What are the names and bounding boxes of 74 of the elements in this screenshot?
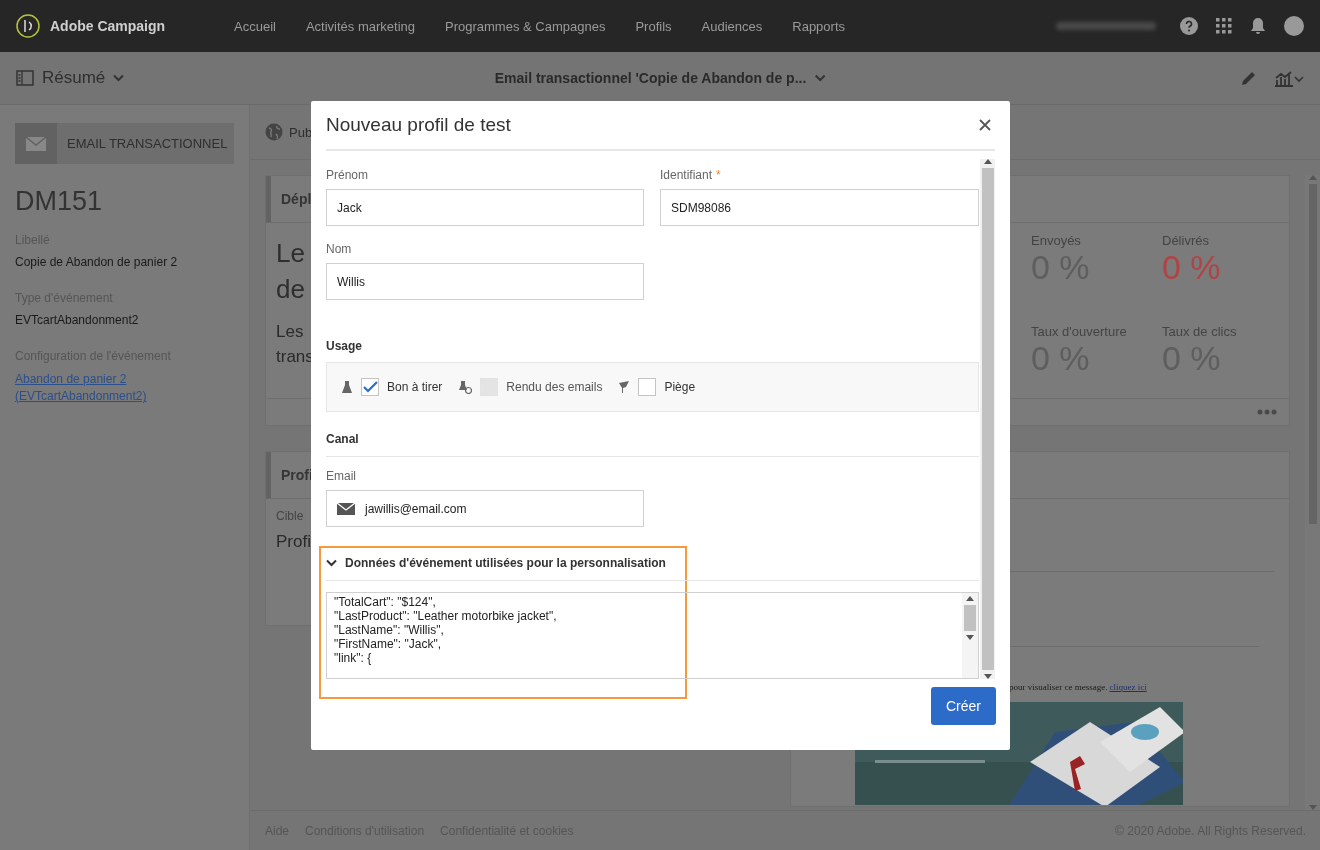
checkbox[interactable]	[361, 378, 379, 396]
more-icon	[1257, 409, 1277, 415]
close-icon	[979, 119, 991, 131]
code-line: "LastProduct": "Leather motorbike jacket",	[334, 609, 558, 623]
preview-link[interactable]: cliquez ici	[1109, 682, 1147, 692]
globe-icon	[265, 123, 283, 141]
chevron-down-icon	[814, 74, 826, 82]
scroll-up-icon[interactable]	[966, 596, 974, 601]
flask-icon	[341, 380, 353, 394]
email-field[interactable]: jawillis@email.com	[326, 490, 644, 527]
funnel-icon	[618, 380, 631, 394]
field-value: Copie de Abandon de panier 2	[15, 255, 179, 269]
field-label: Email	[326, 469, 357, 483]
scroll-thumb[interactable]	[981, 168, 994, 670]
envelope-icon	[337, 502, 355, 515]
code-line: "link": {	[334, 651, 373, 665]
section-title: Usage	[326, 339, 364, 353]
chevron-down-icon	[113, 74, 125, 82]
nav-link[interactable]: Activités marketing	[305, 18, 415, 34]
body-text: Les	[276, 321, 304, 343]
badge-label: EMAIL TRANSACTIONNEL	[67, 136, 228, 151]
view-selector[interactable]: Résumé	[16, 68, 125, 88]
code-line: "TotalCart": "$124",	[334, 595, 437, 609]
chart-icon	[1274, 69, 1304, 87]
flask-check-icon	[458, 380, 473, 394]
usage-option[interactable]: Piège	[618, 378, 696, 396]
textarea-scrollbar[interactable]	[962, 593, 978, 678]
nav-link[interactable]: Programmes & Campagnes	[445, 18, 606, 34]
headline-text: de	[276, 273, 305, 306]
sidebar-icon	[16, 70, 34, 86]
dialog-title: Nouveau profil de test	[326, 114, 511, 136]
usage-option[interactable]: Bon à tirer	[341, 378, 443, 396]
card-title: Dépl	[281, 191, 312, 207]
kpi-label: Taux d'ouverture	[1031, 323, 1128, 339]
event-data-textarea[interactable]: "TotalCart": "$124", "LastProduct": "Leather motorbike jacket", "LastName": "Willis", "FirstName": "Jack", "link": {	[326, 592, 979, 679]
page-title[interactable]: Email transactionnel 'Copie de Abandon de p...	[488, 69, 832, 87]
event-data-toggle[interactable]: Données d'événement utilisées pour la personnalisation	[326, 546, 666, 580]
nav-link[interactable]: Profils	[635, 18, 672, 34]
identifier-field[interactable]: SDM98086	[660, 189, 979, 226]
envelope-icon	[26, 135, 46, 152]
avatar-icon	[1284, 16, 1304, 36]
chevron-down-icon	[326, 559, 337, 567]
publish-tab[interactable]: Pub	[265, 123, 313, 141]
section-title: Canal	[326, 432, 360, 446]
nav-link[interactable]: Audiences	[701, 18, 763, 34]
nav-link[interactable]: Accueil	[234, 18, 276, 34]
last-name-field[interactable]: Willis	[326, 263, 644, 300]
field-value: Profi	[276, 531, 311, 553]
delivery-code: DM151	[15, 186, 104, 217]
field-value: EVTcartAbandonment2	[15, 313, 140, 327]
kpi-label: Délivrés	[1162, 233, 1210, 248]
scroll-thumb[interactable]	[964, 605, 976, 631]
code-line: "FirstName": "Jack",	[334, 637, 443, 651]
dialog-scrollbar[interactable]	[980, 159, 995, 679]
app-name[interactable]: Adobe Campaign	[50, 18, 212, 34]
pencil-icon	[1240, 69, 1258, 87]
help-icon	[1180, 17, 1198, 35]
scroll-down-icon[interactable]	[966, 635, 974, 640]
field-label: Identifiant *	[660, 168, 722, 182]
checkbox[interactable]	[638, 378, 657, 396]
bell-icon	[1250, 17, 1266, 35]
logo-icon	[16, 14, 40, 38]
field-label: Prénom	[326, 168, 370, 182]
kpi-label: Envoyés	[1031, 233, 1082, 248]
field-label: Nom	[326, 242, 353, 256]
nav-link[interactable]: Rapports	[792, 18, 845, 34]
preview-text: pour visualiser ce message. cliquez ici	[1009, 682, 1147, 692]
create-button[interactable]: Créer	[931, 687, 996, 725]
code-line: "LastName": "Willis",	[334, 623, 445, 637]
apps-grid-icon	[1216, 18, 1232, 34]
scroll-down-icon[interactable]	[983, 674, 992, 679]
headline-text: Le	[276, 237, 305, 270]
scroll-up-icon[interactable]	[983, 159, 992, 164]
first-name-field[interactable]: Jack	[326, 189, 644, 226]
